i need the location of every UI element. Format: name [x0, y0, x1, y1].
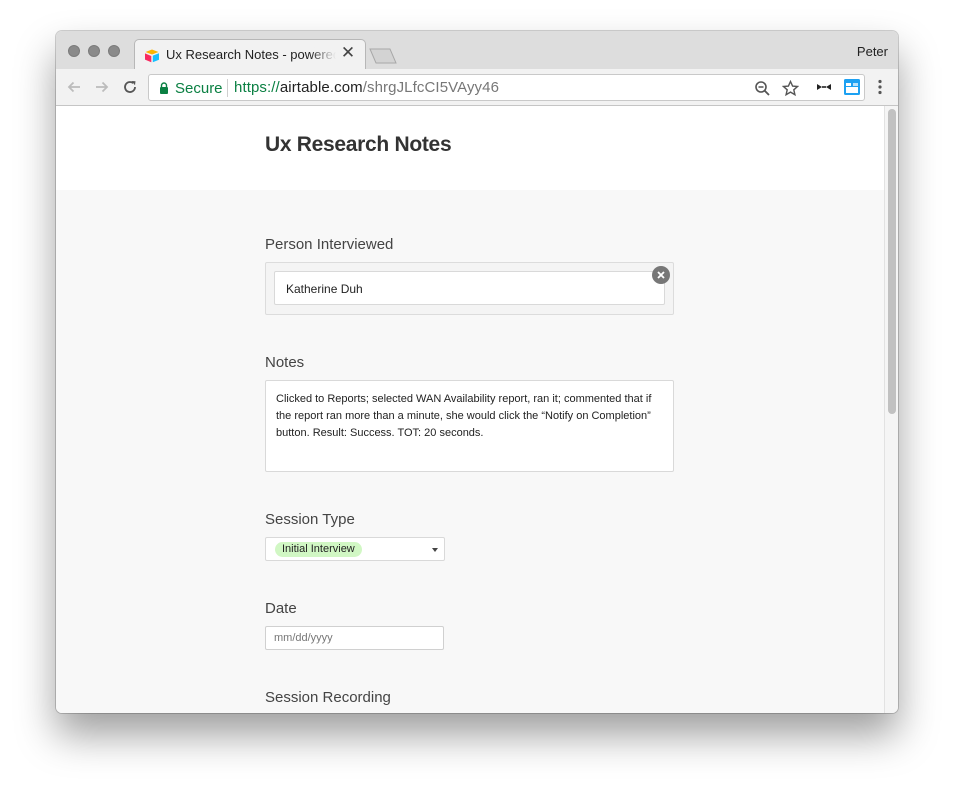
person-linked-record-field[interactable]: Katherine Duh — [265, 262, 674, 315]
close-window-button[interactable] — [68, 45, 80, 57]
close-circle-icon — [657, 271, 665, 279]
linked-record-name: Katherine Duh — [286, 282, 363, 296]
form-title: Ux Research Notes — [265, 133, 452, 156]
reload-button[interactable] — [119, 76, 141, 98]
arrow-right-icon — [96, 81, 109, 93]
profile-name[interactable]: Peter — [857, 44, 888, 59]
linked-record-card[interactable]: Katherine Duh — [274, 271, 665, 305]
extension-icon[interactable] — [843, 78, 861, 96]
browser-window: Ux Research Notes - powered by Airtable … — [56, 31, 898, 713]
arrow-left-icon — [67, 81, 80, 93]
remove-linked-record-button[interactable] — [652, 266, 670, 284]
url-text[interactable]: https://airtable.com/shrgJLfcCI5VAyy46 — [234, 79, 499, 96]
tab-close-button[interactable]: ✕ — [340, 44, 356, 62]
date-field-label: Date — [265, 600, 297, 617]
date-input[interactable] — [265, 626, 444, 650]
zoom-window-button[interactable] — [108, 45, 120, 57]
minimize-window-button[interactable] — [88, 45, 100, 57]
page-viewport: Ux Research Notes Person Interviewed Kat… — [56, 106, 898, 713]
zoom-out-icon[interactable] — [754, 80, 771, 97]
caret-down-icon — [432, 548, 438, 552]
reload-icon — [124, 81, 136, 93]
new-tab-button[interactable] — [368, 48, 398, 64]
page-scrollbar[interactable] — [884, 106, 898, 713]
session-type-selected-option: Initial Interview — [275, 542, 362, 557]
address-divider — [227, 79, 228, 97]
lock-icon — [160, 82, 168, 94]
session-recording-label: Session Recording — [265, 689, 391, 706]
url-host: airtable.com — [279, 79, 363, 96]
kebab-menu-icon[interactable] — [871, 78, 889, 96]
tab-strip: Ux Research Notes - powered by Airtable … — [56, 31, 898, 70]
notes-textarea[interactable]: Clicked to Reports; selected WAN Availab… — [265, 380, 674, 472]
tab-title: Ux Research Notes - powered by Airtable — [166, 47, 336, 62]
url-scheme: https:// — [234, 79, 280, 96]
back-button[interactable] — [63, 76, 85, 98]
address-bar[interactable]: Secure https://airtable.com/shrgJLfcCI5V… — [148, 74, 865, 101]
person-field-label: Person Interviewed — [265, 236, 394, 253]
session-type-label: Session Type — [265, 511, 355, 528]
scrollbar-thumb[interactable] — [888, 109, 896, 414]
session-type-select[interactable]: Initial Interview — [265, 537, 445, 561]
extension-icon[interactable] — [815, 78, 833, 96]
airtable-logo-icon — [145, 49, 159, 63]
security-indicator[interactable]: Secure — [175, 80, 223, 97]
browser-toolbar: Secure https://airtable.com/shrgJLfcCI5V… — [56, 69, 898, 106]
form-header: Ux Research Notes — [56, 106, 884, 190]
star-icon[interactable] — [782, 80, 799, 97]
notes-field-label: Notes — [265, 354, 305, 371]
url-path: /shrgJLfcCI5VAyy46 — [362, 79, 500, 96]
forward-button[interactable] — [91, 76, 113, 98]
